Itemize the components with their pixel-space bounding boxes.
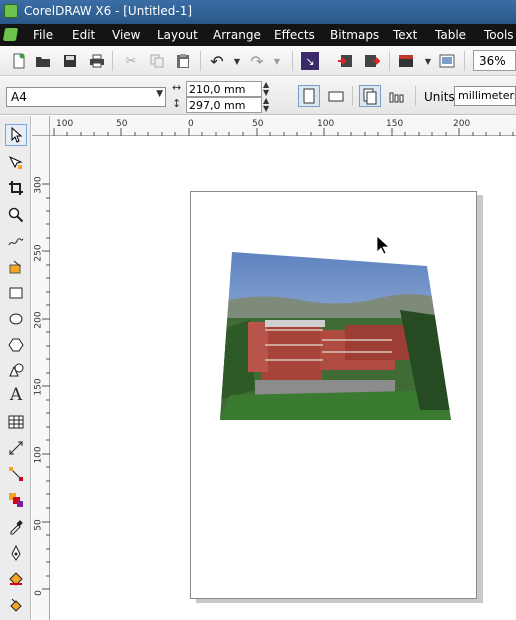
ruler-h-label: 0: [188, 119, 194, 129]
ruler-h-label: 100: [56, 119, 74, 129]
current-page-button[interactable]: [386, 85, 408, 107]
title-bar: CorelDRAW X6 - [Untitled-1]: [0, 0, 516, 24]
landscape-page-icon: [328, 91, 344, 102]
paper-size-value: A4: [11, 90, 27, 104]
eyedropper-tool-icon[interactable]: [5, 516, 27, 538]
fill-tool-icon[interactable]: [5, 568, 27, 590]
zoom-tool-icon[interactable]: [5, 204, 27, 226]
ruler-v-label: 250: [33, 244, 44, 262]
publish-pdf-icon[interactable]: [363, 52, 381, 70]
menu-view[interactable]: View: [112, 28, 140, 42]
rectangle-tool-icon[interactable]: [5, 282, 27, 304]
menu-file[interactable]: File: [33, 28, 53, 42]
toolbar-separator: [389, 51, 390, 71]
ruler-v-label: 150: [33, 378, 44, 396]
window-title: CorelDRAW X6 - [Untitled-1]: [24, 4, 193, 18]
ruler-h-label: 100: [317, 119, 335, 129]
freehand-tool-icon[interactable]: [5, 230, 27, 252]
ruler-v-label: 300: [33, 176, 44, 194]
menu-bitmaps[interactable]: Bitmaps: [330, 28, 379, 42]
vertical-ruler[interactable]: 300 250 200 150 100 50 0: [32, 136, 50, 620]
menu-text[interactable]: Text: [393, 28, 417, 42]
text-tool-icon[interactable]: A: [5, 384, 27, 406]
paper-size-select[interactable]: A4 ▼: [6, 87, 166, 107]
portrait-button[interactable]: [298, 85, 320, 107]
ruler-h-label: 200: [453, 119, 471, 129]
width-icon: ↔: [172, 81, 182, 94]
shape-tool-icon[interactable]: [5, 152, 27, 174]
menu-layout[interactable]: Layout: [157, 28, 198, 42]
polygon-tool-icon[interactable]: [5, 334, 27, 356]
export-icon[interactable]: [336, 52, 354, 70]
welcome-screen-icon[interactable]: [438, 52, 456, 70]
menu-edit[interactable]: Edit: [72, 28, 95, 42]
crop-tool-icon[interactable]: [5, 177, 27, 199]
toolbar-separator: [292, 51, 293, 71]
basic-shapes-tool-icon[interactable]: [5, 359, 27, 381]
horizontal-ruler[interactable]: 100 50 0 50 100 150 200: [32, 116, 516, 136]
ruler-h-label: 150: [386, 119, 404, 129]
height-spinner-icon[interactable]: ▲ ▼: [263, 97, 283, 113]
open-folder-icon[interactable]: [34, 52, 52, 70]
all-pages-icon: [363, 88, 377, 105]
page-width-field[interactable]: 210,0 mm: [186, 81, 262, 97]
menu-tools[interactable]: Tools: [484, 28, 514, 42]
ruler-v-label: 50: [33, 519, 44, 531]
page-height-field[interactable]: 297,0 mm: [186, 97, 262, 113]
redo-icon[interactable]: ↷: [248, 52, 266, 71]
interactive-effects-tool-icon[interactable]: [5, 489, 27, 511]
import-icon[interactable]: ↘: [301, 52, 319, 70]
menu-table[interactable]: Table: [435, 28, 466, 42]
toolbar-separator: [200, 51, 201, 71]
mouse-pointer-icon: [376, 235, 390, 255]
toolbar-separator: [464, 51, 465, 71]
menu-bar: File Edit View Layout Arrange Effects Bi…: [0, 24, 516, 46]
copy-icon[interactable]: [148, 52, 166, 70]
toolbox: A: [0, 116, 31, 620]
current-page-icon: [389, 92, 404, 103]
chevron-down-icon: ▼: [156, 89, 163, 99]
cut-icon[interactable]: ✂: [122, 52, 140, 70]
redo-dropdown-chevron-icon[interactable]: ▼: [268, 52, 286, 70]
document-menu-icon[interactable]: [2, 28, 19, 41]
outline-pen-tool-icon[interactable]: [5, 542, 27, 564]
undo-icon[interactable]: ↶: [208, 52, 226, 71]
print-icon[interactable]: [88, 52, 106, 70]
landscape-button[interactable]: [325, 85, 347, 107]
paste-icon[interactable]: [174, 52, 192, 70]
connector-tool-icon[interactable]: [5, 463, 27, 485]
portrait-page-icon: [303, 88, 315, 104]
standard-toolbar: ✂ ↶ ▼ ↷ ▼ ↘ ▼ 36%: [0, 46, 516, 76]
table-tool-icon[interactable]: [5, 411, 27, 433]
launcher-dropdown-chevron-icon[interactable]: ▼: [419, 52, 437, 70]
menu-effects[interactable]: Effects: [274, 28, 315, 42]
zoom-level-field[interactable]: 36%: [473, 50, 516, 71]
toolbar-separator: [112, 51, 113, 71]
menu-arrange[interactable]: Arrange: [213, 28, 261, 42]
ruler-v-label: 100: [33, 446, 44, 464]
width-spinner-icon[interactable]: ▲ ▼: [263, 81, 283, 97]
dimension-tool-icon[interactable]: [5, 437, 27, 459]
height-icon: ↕: [172, 97, 182, 110]
save-icon[interactable]: [61, 52, 79, 70]
interactive-fill-tool-icon[interactable]: [5, 594, 27, 616]
property-bar: A4 ▼ ↔ 210,0 mm ▲ ▼ ↕ 297,0 mm ▲ ▼ Units: …: [0, 77, 516, 115]
ellipse-tool-icon[interactable]: [5, 308, 27, 330]
toolbar-separator: [352, 86, 353, 106]
document-page[interactable]: [190, 191, 477, 599]
all-pages-button[interactable]: [359, 85, 381, 107]
coreldraw-app-icon: [4, 4, 18, 18]
ruler-v-label: 0: [33, 590, 44, 596]
undo-dropdown-chevron-icon[interactable]: ▼: [228, 52, 246, 70]
ruler-v-label: 200: [33, 311, 44, 329]
ruler-origin-corner[interactable]: [32, 116, 50, 136]
ruler-h-label: 50: [116, 119, 128, 129]
application-launcher-icon[interactable]: [397, 52, 415, 70]
ruler-h-label: 50: [252, 119, 264, 129]
toolbar-separator: [415, 86, 416, 106]
new-document-icon[interactable]: [10, 52, 28, 70]
pick-tool-icon[interactable]: [5, 124, 27, 146]
smart-fill-tool-icon[interactable]: [5, 256, 27, 278]
units-select[interactable]: millimeters: [454, 86, 516, 106]
